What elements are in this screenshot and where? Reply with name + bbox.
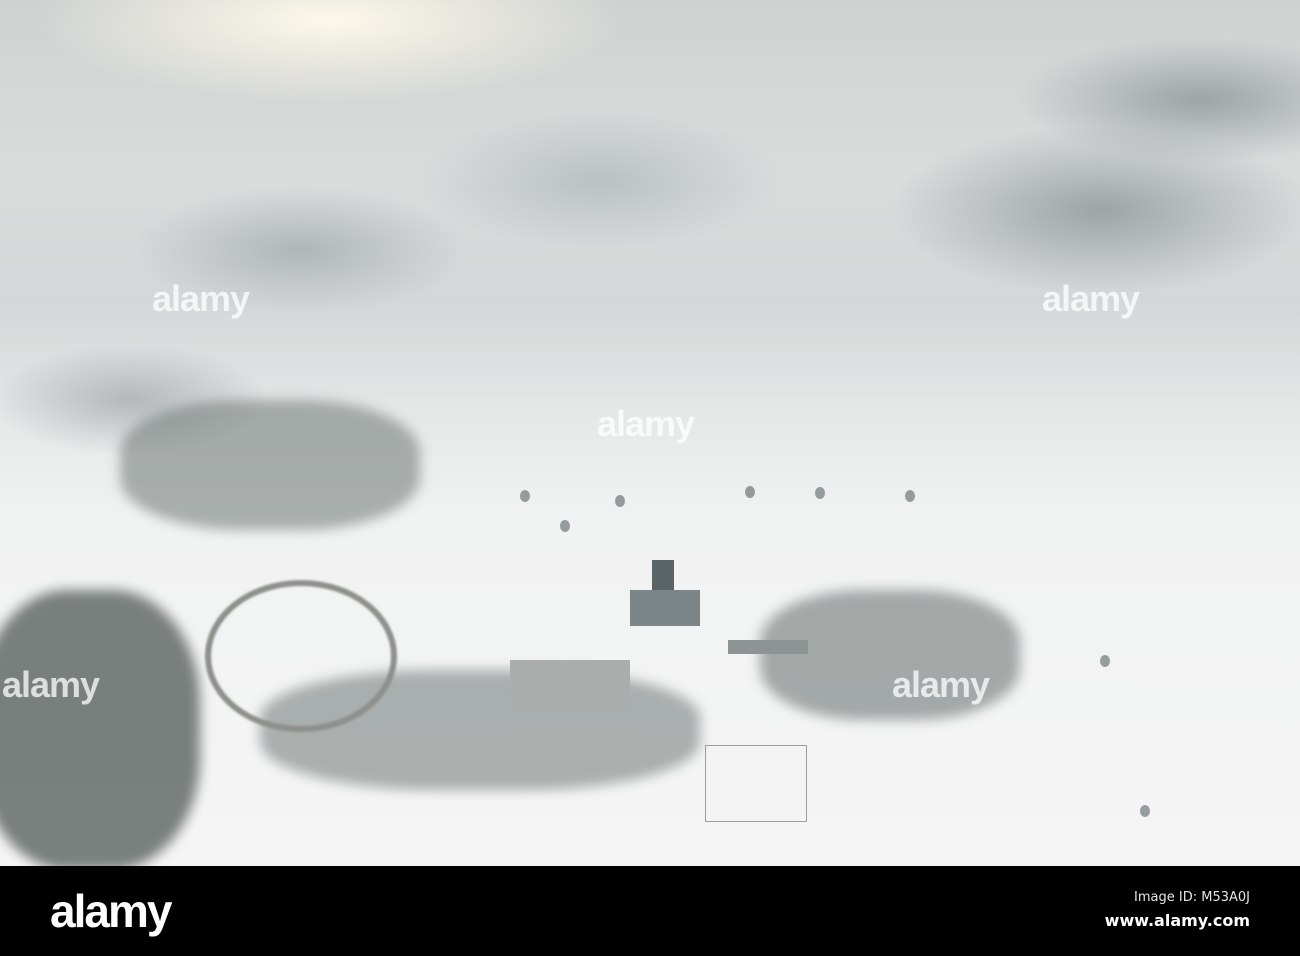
watermark: alamy [597,403,695,444]
fenced-field [705,745,807,822]
watermark: alamy [2,664,100,705]
tree [905,490,915,502]
forest-lower-left [0,590,200,866]
tree [1100,655,1110,667]
tree [815,487,825,499]
watermark: alamy [152,278,250,319]
tree [615,495,625,507]
tree [520,490,530,502]
tree [1140,805,1150,817]
alamy-logo: alamy [50,885,172,937]
long-building [728,640,808,654]
website-label: www.alamy.com [1104,911,1250,930]
summit-building [630,590,700,626]
tree [745,486,755,498]
loop-road [205,580,397,732]
parking-lot [510,660,630,710]
tree [560,520,570,532]
image-id-label: Image ID: M53A0J [1134,890,1250,905]
forest-upper-left [120,400,420,530]
aerial-photo: alamy alamy alamy alamy alamy [0,0,1300,866]
watermark: alamy [1042,278,1140,319]
watermark: alamy [892,664,990,705]
